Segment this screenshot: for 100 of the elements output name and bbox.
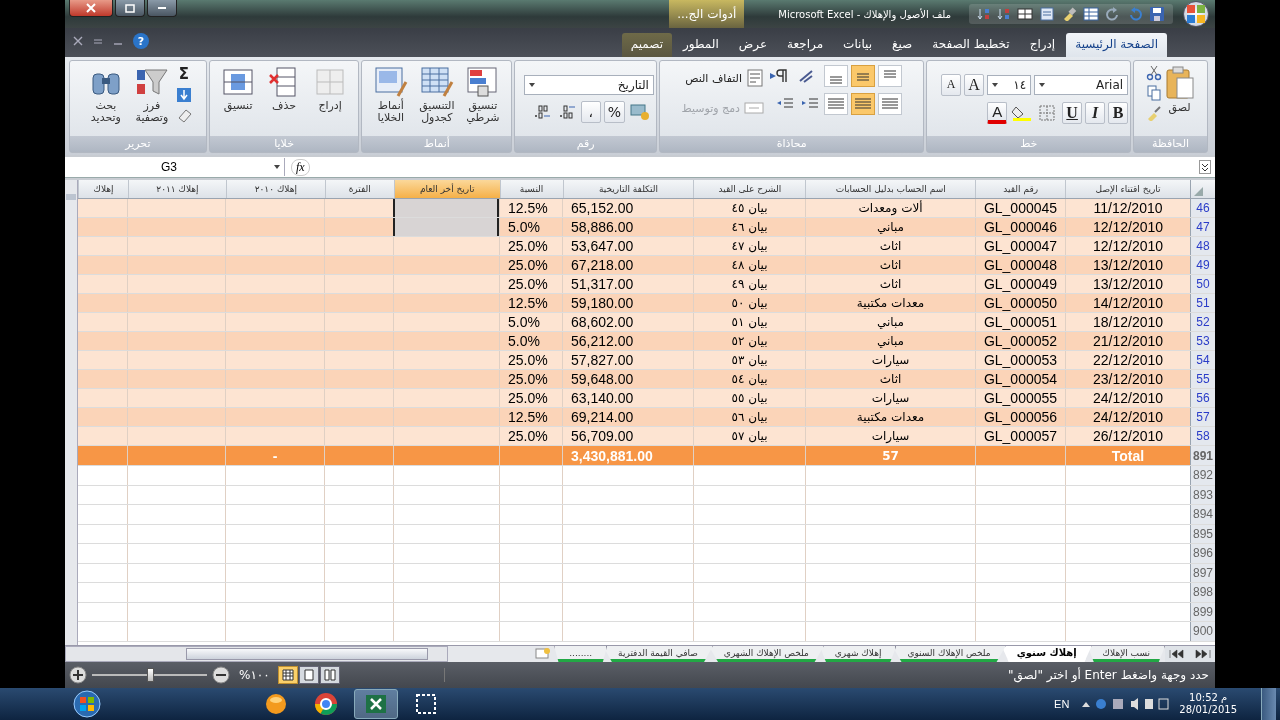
ribbon-tab[interactable]: صيغ bbox=[883, 33, 922, 57]
close-icon[interactable] bbox=[73, 36, 83, 46]
spreadsheet-icon[interactable] bbox=[354, 689, 398, 719]
row-number[interactable]: 894 bbox=[1190, 505, 1215, 524]
zoom-in-icon[interactable] bbox=[68, 665, 88, 685]
autosum-button[interactable]: Σ bbox=[178, 65, 189, 83]
column-header[interactable]: إهلاك ٢٠١٠ bbox=[225, 180, 325, 198]
page-break-icon[interactable] bbox=[319, 666, 340, 684]
font-size-field[interactable]: ١٤ bbox=[987, 74, 1032, 95]
ribbon-tab[interactable]: إدراج bbox=[1020, 33, 1065, 57]
office-button[interactable] bbox=[1183, 1, 1209, 27]
horizontal-align-icon[interactable] bbox=[850, 93, 875, 115]
row-number[interactable]: 48 bbox=[1190, 237, 1215, 255]
page-layout-icon[interactable] bbox=[298, 666, 319, 684]
comma-button[interactable]: ، bbox=[580, 100, 601, 123]
underline-button[interactable]: U bbox=[1062, 101, 1083, 124]
form-icon[interactable] bbox=[1039, 7, 1055, 21]
column-header[interactable]: الشرح على القيد bbox=[693, 180, 806, 198]
insert-function-button[interactable]: fx bbox=[291, 158, 310, 176]
horizontal-align-icon[interactable] bbox=[877, 93, 902, 115]
wrap-text-button[interactable]: التفاف النص bbox=[681, 69, 764, 87]
show-desktop-button[interactable] bbox=[1261, 688, 1276, 720]
font-name-field[interactable]: Arial bbox=[1034, 74, 1129, 95]
row-number[interactable]: 56 bbox=[1190, 389, 1215, 407]
conditional-format-button[interactable]: تنسيق شرطي bbox=[460, 65, 505, 126]
sheet-tab[interactable]: إهلاك سنوي bbox=[1001, 646, 1092, 662]
normal-view-icon[interactable] bbox=[277, 666, 298, 684]
vertical-align-icon[interactable] bbox=[823, 65, 848, 87]
ribbon-tab[interactable]: مراجعة bbox=[778, 33, 833, 57]
row-number[interactable]: 55 bbox=[1190, 370, 1215, 388]
horizontal-align-icon[interactable] bbox=[823, 93, 848, 115]
clock-time[interactable]: 10:52 م bbox=[1189, 692, 1228, 704]
cell-style-button[interactable]: أنماط الخلايا bbox=[368, 65, 413, 126]
table-icon[interactable] bbox=[1083, 7, 1099, 21]
column-header[interactable]: تاريخ أخر العام bbox=[393, 180, 500, 198]
zoom-level[interactable]: %١٠٠ bbox=[239, 668, 270, 682]
horizontal-scroll-bar[interactable] bbox=[65, 646, 449, 662]
shrink-font-button[interactable]: A bbox=[941, 73, 962, 96]
column-header[interactable]: إهلاك bbox=[78, 180, 128, 198]
ribbon-tab[interactable]: المطور bbox=[674, 33, 728, 57]
close-button[interactable] bbox=[69, 0, 113, 17]
help-button[interactable]: ? bbox=[133, 33, 149, 49]
column-header[interactable]: التكلفة التاريخية bbox=[562, 180, 694, 198]
column-header[interactable]: تاريخ اقتناء الإصل bbox=[1065, 180, 1190, 198]
column-header[interactable]: إهلاك ٢٠١١ bbox=[127, 180, 226, 198]
row-number[interactable]: 47 bbox=[1190, 218, 1215, 236]
vertical-align-icon[interactable] bbox=[850, 65, 875, 87]
binoculars-button[interactable]: بحث وتحديد bbox=[83, 65, 128, 126]
ribbon-tab[interactable]: الصفحة الرئيسية bbox=[1066, 33, 1167, 57]
name-box[interactable]: G3 bbox=[65, 158, 285, 176]
bold-button[interactable]: B bbox=[1108, 101, 1129, 124]
sheet-tab[interactable]: ........ bbox=[554, 646, 608, 662]
language-indicator[interactable]: EN bbox=[1054, 698, 1070, 710]
italic-button[interactable]: I bbox=[1085, 101, 1106, 124]
sort-icon[interactable] bbox=[997, 7, 1011, 21]
row-number[interactable]: 891 bbox=[1190, 446, 1215, 465]
row-number[interactable]: 53 bbox=[1190, 332, 1215, 350]
row-number[interactable]: 54 bbox=[1190, 351, 1215, 369]
format-cells-button[interactable]: تنسيق bbox=[216, 65, 261, 114]
maximize-button[interactable] bbox=[115, 0, 145, 17]
row-number[interactable]: 57 bbox=[1190, 408, 1215, 426]
row-number[interactable]: 896 bbox=[1190, 544, 1215, 563]
grid-icon[interactable] bbox=[1017, 7, 1033, 21]
ribbon-tab[interactable]: تخطيط الصفحة bbox=[923, 33, 1019, 57]
insert-cells-button[interactable]: إدراج bbox=[308, 65, 353, 114]
zoom-slider-thumb[interactable] bbox=[146, 668, 154, 682]
row-number[interactable]: 900 bbox=[1190, 622, 1215, 641]
redo-icon[interactable] bbox=[1105, 7, 1121, 21]
ribbon-tab[interactable]: عرض bbox=[729, 33, 777, 57]
row-number[interactable]: 52 bbox=[1190, 313, 1215, 331]
row-number[interactable]: 898 bbox=[1190, 583, 1215, 602]
paste-button[interactable]: لصق bbox=[1163, 65, 1196, 116]
row-number[interactable]: 50 bbox=[1190, 275, 1215, 293]
clock-date[interactable]: 28/01/2015 bbox=[1179, 704, 1237, 716]
vertical-scroll-bar[interactable] bbox=[65, 180, 78, 645]
vertical-align-icon[interactable] bbox=[877, 65, 902, 87]
ribbon-tab[interactable]: بيانات bbox=[834, 33, 882, 57]
percent-button[interactable]: % bbox=[603, 100, 625, 123]
sheet-navigation-icon[interactable] bbox=[1165, 646, 1215, 662]
save-icon[interactable] bbox=[1149, 6, 1165, 22]
row-number[interactable]: 892 bbox=[1190, 466, 1215, 485]
ribbon-tab[interactable]: تصميم bbox=[621, 33, 672, 57]
scissors-icon[interactable] bbox=[1145, 65, 1162, 81]
delete-cells-button[interactable]: حذف bbox=[262, 65, 307, 114]
minimize-button[interactable] bbox=[147, 0, 177, 17]
grow-font-button[interactable]: A bbox=[964, 73, 985, 96]
copy-icon[interactable] bbox=[1145, 85, 1162, 101]
sheet-tab[interactable]: نسب الإهلاك bbox=[1087, 646, 1165, 662]
fill-down-icon[interactable] bbox=[175, 87, 192, 103]
row-number[interactable]: 58 bbox=[1190, 427, 1215, 445]
zoom-out-icon[interactable] bbox=[211, 665, 231, 685]
column-header[interactable]: اسم الحساب بدليل الحسابات bbox=[805, 180, 976, 198]
table-grid-button[interactable]: التنسيق كجدول bbox=[414, 65, 459, 126]
start-button[interactable] bbox=[70, 689, 104, 719]
row-number[interactable]: 46 bbox=[1190, 199, 1215, 217]
sort-filter-button[interactable]: فرز وتصفية bbox=[129, 65, 174, 126]
column-header[interactable]: الفترة bbox=[324, 180, 394, 198]
column-header[interactable]: رقم القيد bbox=[975, 180, 1066, 198]
row-number[interactable]: 49 bbox=[1190, 256, 1215, 274]
expand-icon[interactable] bbox=[1199, 160, 1211, 174]
